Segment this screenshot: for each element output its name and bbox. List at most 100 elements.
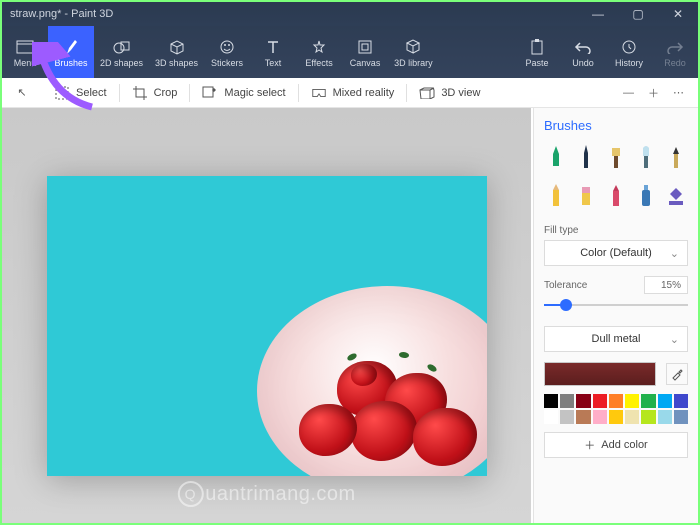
brush-pencil[interactable] <box>546 181 566 211</box>
brush-calligraphy[interactable] <box>576 143 596 173</box>
color-swatch[interactable] <box>544 410 558 424</box>
color-swatch[interactable] <box>609 410 623 424</box>
color-swatch[interactable] <box>674 394 688 408</box>
color-swatch[interactable] <box>625 410 639 424</box>
zoom-more-button[interactable]: ⋯ <box>673 86 684 99</box>
2d-shapes-tab[interactable]: 2D shapes <box>94 26 149 78</box>
3d-view-tool[interactable]: 3D view <box>407 78 492 107</box>
crop-label: Crop <box>154 87 178 99</box>
window-title: straw.png* - Paint 3D <box>2 8 578 20</box>
brush-watercolor[interactable] <box>636 143 656 173</box>
brush-crayon[interactable] <box>606 181 626 211</box>
chevron-down-icon: ⌄ <box>670 247 679 260</box>
slider-knob[interactable] <box>560 299 572 311</box>
undo-label: Undo <box>572 58 594 68</box>
text-tab[interactable]: Text <box>250 26 296 78</box>
brush-marker[interactable] <box>546 143 566 173</box>
brush-icon <box>62 38 80 56</box>
paste-button[interactable]: Paste <box>514 26 560 78</box>
canvas-tab[interactable]: Canvas <box>342 26 388 78</box>
brushes-tab[interactable]: Brushes <box>48 26 94 78</box>
canvas-label: Canvas <box>350 58 381 68</box>
canvas-image[interactable] <box>47 176 487 476</box>
effects-tab[interactable]: Effects <box>296 26 342 78</box>
select-label: Select <box>76 87 107 99</box>
paste-icon <box>528 38 546 56</box>
menu-label: Menu <box>14 58 37 68</box>
maximize-button[interactable]: ▢ <box>618 2 658 26</box>
stickers-tab[interactable]: Stickers <box>204 26 250 78</box>
watermark-text: uantrimang.com <box>205 483 355 506</box>
color-swatch[interactable] <box>625 394 639 408</box>
brush-oil[interactable] <box>606 143 626 173</box>
sub-toolbar: ↖ Select Crop Magic select Mixed reality… <box>2 78 698 108</box>
brushes-label: Brushes <box>54 58 87 68</box>
color-swatch[interactable] <box>560 394 574 408</box>
color-swatch[interactable] <box>593 410 607 424</box>
minimize-button[interactable]: — <box>578 2 618 26</box>
eyedropper-button[interactable] <box>666 363 688 385</box>
plus-icon: ＋ <box>584 437 595 453</box>
magic-select-tool[interactable]: Magic select <box>190 78 297 107</box>
add-color-label: Add color <box>601 439 647 451</box>
side-panel: Brushes Fill type Color (Default) ⌄ Tole… <box>533 108 698 523</box>
fill-type-dropdown[interactable]: Color (Default) ⌄ <box>544 240 688 266</box>
title-bar: straw.png* - Paint 3D — ▢ ✕ <box>2 2 698 26</box>
crop-icon <box>132 85 148 101</box>
strawberry-shape <box>351 364 377 386</box>
fill-type-label: Fill type <box>544 225 688 236</box>
stickers-icon <box>218 38 236 56</box>
color-swatch[interactable] <box>658 394 672 408</box>
add-color-button[interactable]: ＋ Add color <box>544 432 688 458</box>
fill-type-value: Color (Default) <box>580 247 652 259</box>
magic-select-icon <box>202 85 218 101</box>
text-icon <box>264 38 282 56</box>
color-swatch[interactable] <box>576 394 590 408</box>
color-swatch[interactable] <box>609 394 623 408</box>
3d-library-tab[interactable]: 3D library <box>388 26 439 78</box>
color-swatch[interactable] <box>658 410 672 424</box>
redo-button[interactable]: Redo <box>652 26 698 78</box>
tolerance-label: Tolerance <box>544 280 587 291</box>
tolerance-slider[interactable] <box>544 296 688 314</box>
brush-spray[interactable] <box>636 181 656 211</box>
color-swatch[interactable] <box>560 410 574 424</box>
brush-pixel[interactable] <box>666 143 686 173</box>
current-color-swatch[interactable] <box>544 362 656 386</box>
zoom-out-button[interactable]: — <box>623 87 634 99</box>
panel-title: Brushes <box>544 118 688 133</box>
mixed-reality-label: Mixed reality <box>333 87 395 99</box>
crop-tool[interactable]: Crop <box>120 78 190 107</box>
brush-eraser[interactable] <box>576 181 596 211</box>
history-label: History <box>615 58 643 68</box>
history-icon <box>620 38 638 56</box>
brush-fill[interactable] <box>666 181 686 211</box>
menu-button[interactable]: Menu <box>2 26 48 78</box>
mixed-reality-tool[interactable]: Mixed reality <box>299 78 407 107</box>
chevron-down-icon: ⌄ <box>670 333 679 346</box>
material-dropdown[interactable]: Dull metal ⌄ <box>544 326 688 352</box>
effects-icon <box>310 38 328 56</box>
undo-button[interactable]: Undo <box>560 26 606 78</box>
select-tool[interactable]: Select <box>42 78 119 107</box>
3d-library-label: 3D library <box>394 58 433 68</box>
2d-shapes-label: 2D shapes <box>100 58 143 68</box>
tolerance-value[interactable]: 15% <box>644 276 688 294</box>
watermark: Q uantrimang.com <box>177 481 355 507</box>
pointer-tool[interactable]: ↖ <box>2 78 42 107</box>
color-swatch[interactable] <box>641 410 655 424</box>
material-value: Dull metal <box>592 333 641 345</box>
color-swatch[interactable] <box>544 394 558 408</box>
redo-icon <box>666 38 684 56</box>
close-button[interactable]: ✕ <box>658 2 698 26</box>
color-swatch[interactable] <box>576 410 590 424</box>
magic-select-label: Magic select <box>224 87 285 99</box>
paste-label: Paste <box>525 58 548 68</box>
history-button[interactable]: History <box>606 26 652 78</box>
zoom-in-button[interactable]: ＋ <box>648 85 659 101</box>
color-swatch[interactable] <box>674 410 688 424</box>
color-swatch[interactable] <box>593 394 607 408</box>
color-swatch[interactable] <box>641 394 655 408</box>
workspace: Q uantrimang.com <box>2 108 531 523</box>
3d-shapes-tab[interactable]: 3D shapes <box>149 26 204 78</box>
